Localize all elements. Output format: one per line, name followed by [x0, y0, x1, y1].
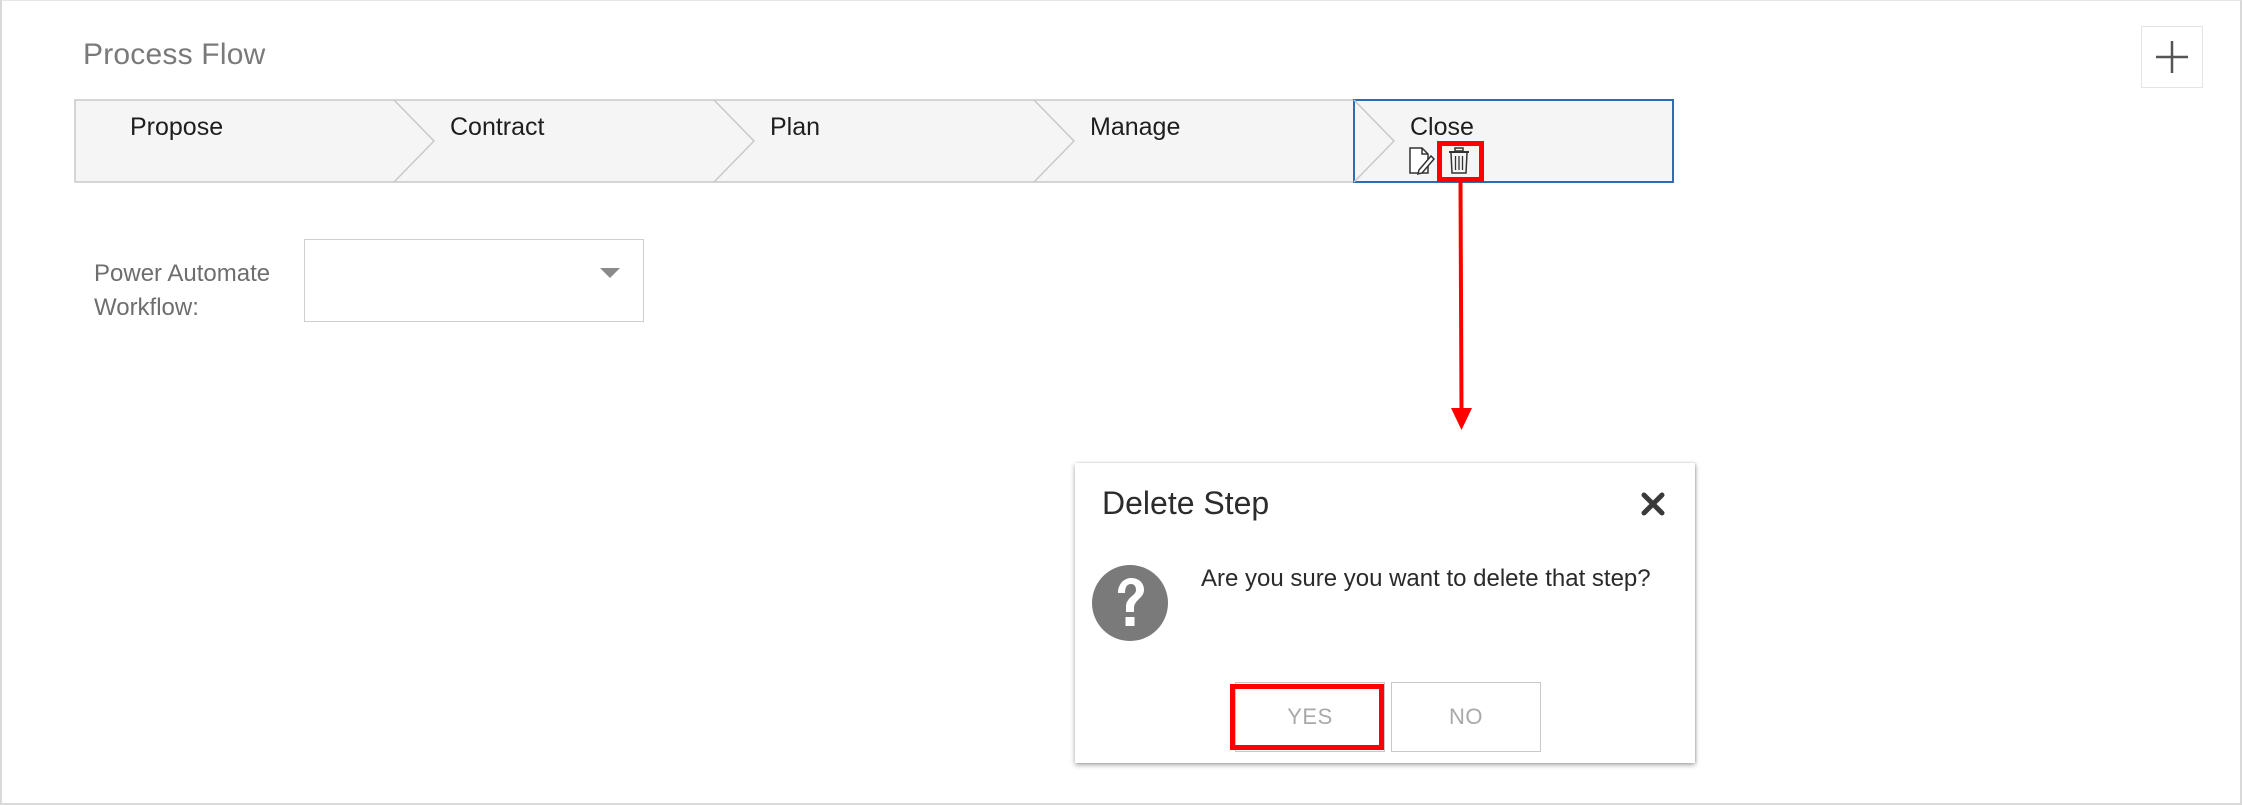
- add-step-button[interactable]: [2141, 26, 2203, 88]
- process-stages: Propose Contract Plan Manage Close: [74, 99, 1674, 183]
- edit-document-icon: [1409, 147, 1436, 176]
- plus-icon: [2156, 41, 2188, 73]
- close-icon: [1641, 492, 1665, 516]
- stage-label: Contract: [450, 113, 545, 141]
- workflow-select[interactable]: [304, 239, 644, 322]
- delete-step-button[interactable]: [1444, 146, 1478, 180]
- stage-label: Plan: [770, 113, 821, 141]
- no-button[interactable]: NO: [1391, 682, 1541, 752]
- stage-manage[interactable]: Manage: [1034, 99, 1354, 183]
- dialog-title: Delete Step: [1102, 485, 1270, 521]
- stage-label: Propose: [130, 113, 224, 141]
- question-icon: [1092, 565, 1168, 641]
- stage-plan[interactable]: Plan: [714, 99, 1034, 183]
- yes-button[interactable]: YES: [1235, 682, 1385, 752]
- workflow-field-label: Power Automate Workflow:: [94, 260, 271, 321]
- page-title: Process Flow: [83, 38, 266, 71]
- edit-step-button[interactable]: [1406, 146, 1440, 180]
- dialog-close-button[interactable]: [1637, 488, 1669, 520]
- stage-contract[interactable]: Contract: [394, 99, 714, 183]
- stage-close[interactable]: Close: [1354, 99, 1674, 183]
- chevron-down-icon: [600, 268, 620, 278]
- trash-icon: [1449, 147, 1469, 174]
- delete-step-dialog: Delete Step Are you sure you want to del…: [1075, 463, 1695, 763]
- stage-label: Close: [1410, 113, 1474, 141]
- stage-propose[interactable]: Propose: [74, 99, 394, 183]
- dialog-message: Are you sure you want to delete that ste…: [1201, 565, 1651, 592]
- stage-label: Manage: [1090, 113, 1181, 141]
